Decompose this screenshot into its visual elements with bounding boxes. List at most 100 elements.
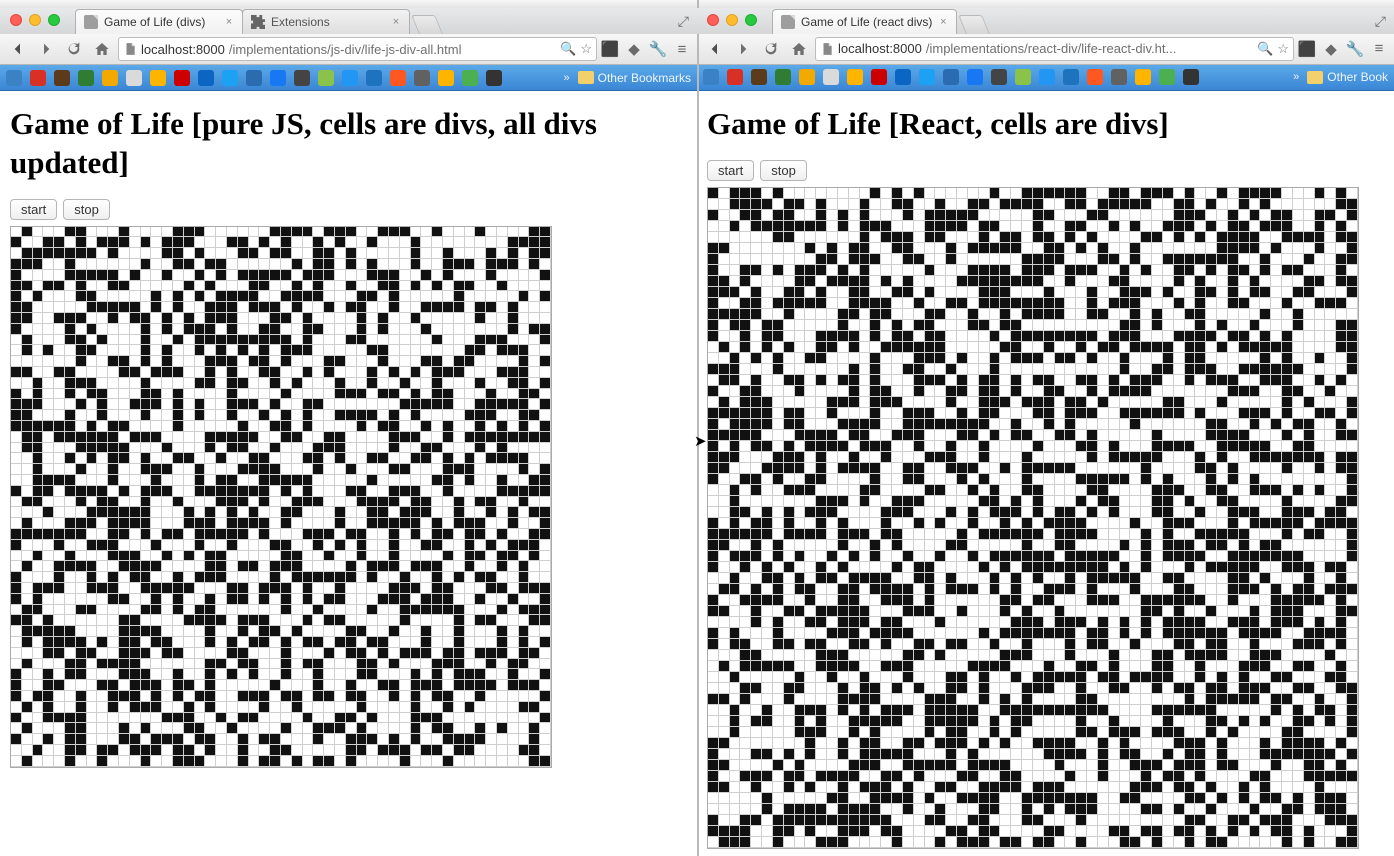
grid-cell [1174, 397, 1185, 408]
menu-icon[interactable]: ≡ [1370, 40, 1388, 58]
close-window-icon[interactable] [707, 14, 719, 26]
bookmark-icon[interactable] [126, 70, 142, 86]
bookmark-icon[interactable] [54, 70, 70, 86]
expand-icon[interactable]: ⤢ [1375, 13, 1386, 30]
expand-icon[interactable]: ⤢ [678, 13, 689, 30]
bookmark-icon[interactable] [1039, 69, 1055, 85]
bookmark-icon[interactable] [150, 70, 166, 86]
wrench-icon[interactable]: 🔧 [1346, 40, 1364, 58]
start-button[interactable]: start [10, 199, 57, 220]
bookmark-icon[interactable] [438, 70, 454, 86]
bookmark-icon[interactable] [727, 69, 743, 85]
bookmark-icon[interactable] [30, 70, 46, 86]
bookmark-icon[interactable] [1015, 69, 1031, 85]
bookmark-icon[interactable] [1111, 69, 1127, 85]
bookmark-icon[interactable] [967, 69, 983, 85]
bookmark-icon[interactable] [895, 69, 911, 85]
bookmark-star-icon[interactable]: ☆ [1277, 41, 1289, 57]
stop-button[interactable]: stop [760, 160, 807, 181]
wrench-icon[interactable]: 🔧 [649, 40, 667, 58]
zoom-icon[interactable]: 🔍 [560, 41, 576, 57]
bookmark-icon[interactable] [1183, 69, 1199, 85]
zoom-window-icon[interactable] [48, 14, 60, 26]
back-button[interactable] [6, 38, 30, 60]
bookmark-icon[interactable] [270, 70, 286, 86]
forward-button[interactable] [731, 38, 755, 60]
bookmark-icon[interactable] [1159, 69, 1175, 85]
grid-cell [465, 345, 476, 356]
bookmark-icon[interactable] [775, 69, 791, 85]
bookmark-icon[interactable] [318, 70, 334, 86]
bookmark-icon[interactable] [78, 70, 94, 86]
ext-icon[interactable]: ◆ [625, 40, 643, 58]
bookmark-icon[interactable] [799, 69, 815, 85]
bookmark-icon[interactable] [174, 70, 190, 86]
address-bar[interactable]: localhost:8000 /implementations/react-di… [815, 37, 1294, 61]
close-window-icon[interactable] [10, 14, 22, 26]
ext-icon[interactable]: ⬛ [1298, 40, 1316, 58]
bookmark-icon[interactable] [6, 70, 22, 86]
bookmark-icon[interactable] [919, 69, 935, 85]
bookmark-icon[interactable] [1063, 69, 1079, 85]
grid-cell [313, 648, 324, 659]
bookmark-icon[interactable] [462, 70, 478, 86]
grid-cell [400, 486, 411, 497]
start-button[interactable]: start [707, 160, 754, 181]
bookmark-icon[interactable] [414, 70, 430, 86]
grid-cell [816, 441, 827, 452]
reload-button[interactable] [62, 38, 86, 60]
bookmark-icon[interactable] [751, 69, 767, 85]
bookmark-icon[interactable] [198, 70, 214, 86]
close-tab-icon[interactable]: × [391, 17, 401, 27]
home-button[interactable] [90, 38, 114, 60]
bookmark-icon[interactable] [871, 69, 887, 85]
bookmark-icon[interactable] [246, 70, 262, 86]
other-bookmarks-button[interactable]: Other Book [1307, 70, 1388, 84]
bookmark-icon[interactable] [390, 70, 406, 86]
ext-icon[interactable]: ◆ [1322, 40, 1340, 58]
reload-button[interactable] [759, 38, 783, 60]
bookmark-icon[interactable] [222, 70, 238, 86]
close-tab-icon[interactable]: × [938, 17, 948, 27]
bookmarks-overflow-icon[interactable]: » [1293, 71, 1299, 83]
bookmark-icon[interactable] [102, 70, 118, 86]
grid-cell [303, 432, 314, 443]
address-bar[interactable]: localhost:8000 /implementations/js-div/l… [118, 37, 597, 61]
bookmarks-overflow-icon[interactable]: » [564, 72, 570, 84]
bookmark-icon[interactable] [294, 70, 310, 86]
bookmark-icon[interactable] [1087, 69, 1103, 85]
grid-cell [324, 345, 335, 356]
new-tab-button[interactable] [411, 15, 443, 34]
home-button[interactable] [787, 38, 811, 60]
bookmark-icon[interactable] [703, 69, 719, 85]
stop-button[interactable]: stop [63, 199, 110, 220]
grid-cell [508, 475, 519, 486]
bookmark-icon[interactable] [342, 70, 358, 86]
bookmark-icon[interactable] [847, 69, 863, 85]
grid-cell [870, 573, 881, 584]
menu-icon[interactable]: ≡ [673, 40, 691, 58]
close-tab-icon[interactable]: × [224, 17, 234, 27]
zoom-icon[interactable]: 🔍 [1257, 41, 1273, 57]
new-tab-button[interactable] [959, 15, 991, 34]
minimize-window-icon[interactable] [726, 14, 738, 26]
browser-tab[interactable]: Game of Life (divs)× [75, 9, 243, 34]
bookmark-icon[interactable] [366, 70, 382, 86]
grid-cell [33, 702, 44, 713]
grid-cell [11, 572, 22, 583]
bookmark-icon[interactable] [486, 70, 502, 86]
zoom-window-icon[interactable] [745, 14, 757, 26]
browser-tab[interactable]: Game of Life (react divs)× [772, 9, 957, 34]
minimize-window-icon[interactable] [29, 14, 41, 26]
bookmark-icon[interactable] [943, 69, 959, 85]
back-button[interactable] [703, 38, 727, 60]
bookmark-icon[interactable] [991, 69, 1007, 85]
bookmark-icon[interactable] [823, 69, 839, 85]
grid-cell [1000, 463, 1011, 474]
bookmark-star-icon[interactable]: ☆ [580, 41, 592, 57]
forward-button[interactable] [34, 38, 58, 60]
bookmark-icon[interactable] [1135, 69, 1151, 85]
ext-icon[interactable]: ⬛ [601, 40, 619, 58]
browser-tab[interactable]: Extensions× [242, 9, 410, 34]
other-bookmarks-button[interactable]: Other Bookmarks [578, 71, 691, 85]
